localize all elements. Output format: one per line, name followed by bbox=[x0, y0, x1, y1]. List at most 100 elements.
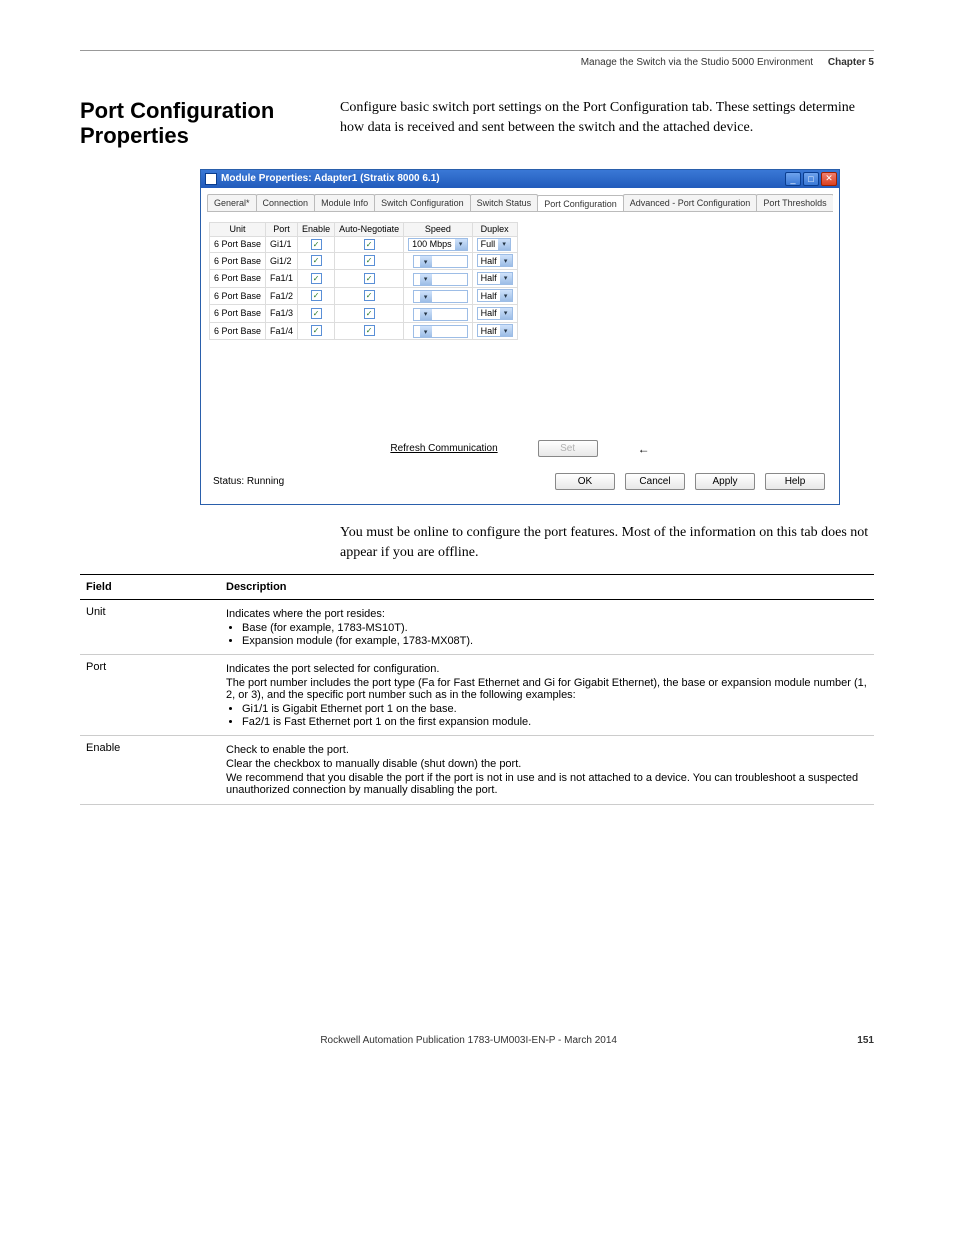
checkbox-icon[interactable]: ✓ bbox=[364, 239, 375, 250]
doc-row: PortIndicates the port selected for conf… bbox=[80, 655, 874, 736]
cell-port: Fa1/2 bbox=[266, 287, 298, 305]
col-port: Port bbox=[266, 222, 298, 236]
footer-page-number: 151 bbox=[857, 1035, 874, 1046]
tab-port-thresholds[interactable]: Port Thresholds bbox=[756, 194, 833, 211]
chevron-down-icon: ▾ bbox=[420, 291, 432, 302]
intro-paragraph: Configure basic switch port settings on … bbox=[340, 98, 874, 137]
doc-field: Unit bbox=[80, 600, 220, 655]
checkbox-icon[interactable]: ✓ bbox=[364, 273, 375, 284]
col-enable: Enable bbox=[298, 222, 335, 236]
cell-speed: ▾ bbox=[404, 270, 473, 288]
doc-field: Port bbox=[80, 655, 220, 736]
running-header: Manage the Switch via the Studio 5000 En… bbox=[80, 57, 874, 68]
chevron-down-icon: ▾ bbox=[420, 309, 432, 320]
tab-switch-status[interactable]: Switch Status bbox=[470, 194, 539, 211]
cell-duplex: Half▾ bbox=[472, 287, 517, 305]
cell-enable: ✓ bbox=[298, 252, 335, 270]
list-item: Fa2/1 is Fast Ethernet port 1 on the fir… bbox=[242, 716, 868, 728]
tab-connection[interactable]: Connection bbox=[256, 194, 316, 211]
cell-auto-negotiate: ✓ bbox=[335, 236, 404, 252]
refresh-communication-link[interactable]: Refresh Communication bbox=[390, 443, 497, 454]
dropdown[interactable]: Half▾ bbox=[477, 272, 513, 285]
dropdown[interactable]: Half▾ bbox=[477, 289, 513, 302]
app-icon bbox=[205, 173, 217, 185]
tab-module-info[interactable]: Module Info bbox=[314, 194, 375, 211]
cell-speed: 100 Mbps▾ bbox=[404, 236, 473, 252]
dropdown[interactable]: ▾ bbox=[413, 325, 468, 338]
maximize-button[interactable]: □ bbox=[803, 172, 819, 186]
chevron-down-icon: ▾ bbox=[420, 274, 432, 285]
doc-row: UnitIndicates where the port resides:Bas… bbox=[80, 600, 874, 655]
cell-auto-negotiate: ✓ bbox=[335, 270, 404, 288]
titlebar: Module Properties: Adapter1 (Stratix 800… bbox=[201, 170, 839, 188]
dropdown[interactable]: ▾ bbox=[413, 273, 468, 286]
chevron-down-icon: ▾ bbox=[420, 326, 432, 337]
col-unit: Unit bbox=[210, 222, 266, 236]
cell-port: Gi1/2 bbox=[266, 252, 298, 270]
checkbox-icon[interactable]: ✓ bbox=[364, 255, 375, 266]
doc-description: Indicates the port selected for configur… bbox=[220, 655, 874, 736]
cell-port: Fa1/3 bbox=[266, 305, 298, 323]
cell-duplex: Half▾ bbox=[472, 270, 517, 288]
cell-unit: 6 Port Base bbox=[210, 252, 266, 270]
th-description: Description bbox=[220, 575, 874, 600]
cell-auto-negotiate: ✓ bbox=[335, 252, 404, 270]
dropdown[interactable]: Full▾ bbox=[477, 238, 512, 251]
list-item: Expansion module (for example, 1783-MX08… bbox=[242, 635, 868, 647]
chevron-down-icon: ▾ bbox=[500, 290, 512, 301]
checkbox-icon[interactable]: ✓ bbox=[311, 290, 322, 301]
minimize-button[interactable]: _ bbox=[785, 172, 801, 186]
checkbox-icon[interactable]: ✓ bbox=[311, 308, 322, 319]
dialog-title: Module Properties: Adapter1 (Stratix 800… bbox=[221, 173, 785, 184]
chevron-down-icon: ▾ bbox=[500, 273, 512, 284]
tab-switch-configuration[interactable]: Switch Configuration bbox=[374, 194, 471, 211]
dropdown[interactable]: Half▾ bbox=[477, 324, 513, 337]
checkbox-icon[interactable]: ✓ bbox=[364, 290, 375, 301]
cell-port: Fa1/4 bbox=[266, 322, 298, 340]
dropdown[interactable]: ▾ bbox=[413, 255, 468, 268]
apply-button[interactable]: Apply bbox=[695, 473, 755, 490]
checkbox-icon[interactable]: ✓ bbox=[311, 255, 322, 266]
cell-unit: 6 Port Base bbox=[210, 305, 266, 323]
running-header-title: Manage the Switch via the Studio 5000 En… bbox=[581, 57, 813, 68]
cell-duplex: Half▾ bbox=[472, 305, 517, 323]
table-row: 6 Port BaseGi1/2 ✓ ✓ ▾ Half▾ bbox=[210, 252, 518, 270]
cell-enable: ✓ bbox=[298, 270, 335, 288]
dropdown[interactable]: Half▾ bbox=[477, 254, 513, 267]
cell-port: Gi1/1 bbox=[266, 236, 298, 252]
back-arrow-icon[interactable]: ← bbox=[638, 442, 650, 456]
cell-speed: ▾ bbox=[404, 252, 473, 270]
cell-unit: 6 Port Base bbox=[210, 287, 266, 305]
doc-description: Check to enable the port.Clear the check… bbox=[220, 736, 874, 805]
table-row: 6 Port BaseFa1/3✓✓▾Half▾ bbox=[210, 305, 518, 323]
checkbox-icon[interactable]: ✓ bbox=[364, 308, 375, 319]
chevron-down-icon: ▾ bbox=[500, 308, 512, 319]
checkbox-icon[interactable]: ✓ bbox=[364, 325, 375, 336]
checkbox-icon[interactable]: ✓ bbox=[311, 273, 322, 284]
checkbox-icon[interactable]: ✓ bbox=[311, 239, 322, 250]
tab-advanced-port-configuration[interactable]: Advanced - Port Configuration bbox=[623, 194, 758, 211]
cell-speed: ▾ bbox=[404, 305, 473, 323]
tab-general-[interactable]: General* bbox=[207, 194, 257, 211]
dropdown[interactable]: Half▾ bbox=[477, 307, 513, 320]
chevron-down-icon: ▾ bbox=[420, 256, 432, 267]
chevron-down-icon: ▾ bbox=[500, 325, 512, 336]
close-button[interactable]: ✕ bbox=[821, 172, 837, 186]
cell-unit: 6 Port Base bbox=[210, 322, 266, 340]
table-row: 6 Port BaseFa1/4✓✓▾Half▾ bbox=[210, 322, 518, 340]
set-button[interactable]: Set bbox=[538, 440, 598, 457]
dropdown[interactable]: 100 Mbps▾ bbox=[408, 238, 468, 251]
module-properties-dialog: Module Properties: Adapter1 (Stratix 800… bbox=[200, 169, 840, 506]
list-item: Base (for example, 1783-MS10T). bbox=[242, 622, 868, 634]
field-description-table: Field Description UnitIndicates where th… bbox=[80, 575, 874, 805]
dropdown[interactable]: ▾ bbox=[413, 308, 468, 321]
cancel-button[interactable]: Cancel bbox=[625, 473, 685, 490]
col-auto-negotiate: Auto-Negotiate bbox=[335, 222, 404, 236]
dropdown[interactable]: ▾ bbox=[413, 290, 468, 303]
col-speed: Speed bbox=[404, 222, 473, 236]
help-button[interactable]: Help bbox=[765, 473, 825, 490]
tab-port-configuration[interactable]: Port Configuration bbox=[537, 195, 624, 212]
chevron-down-icon: ▾ bbox=[455, 239, 467, 250]
ok-button[interactable]: OK bbox=[555, 473, 615, 490]
checkbox-icon[interactable]: ✓ bbox=[311, 325, 322, 336]
